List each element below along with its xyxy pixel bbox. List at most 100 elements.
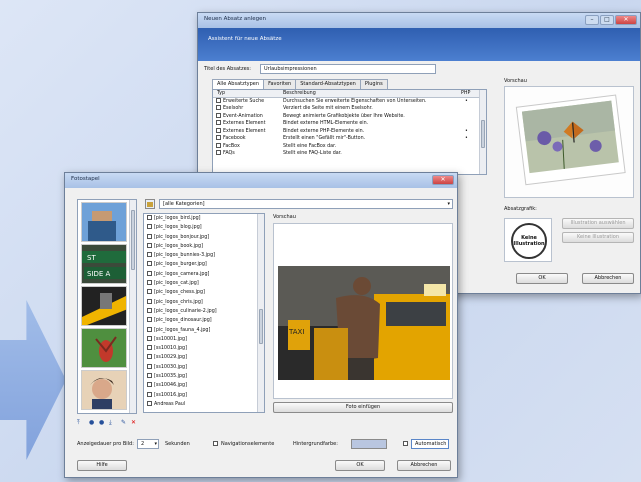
file-list[interactable]: [pic_logos_bird.jpg] [pic_logos_blog.jpg]… bbox=[143, 213, 265, 413]
scroll-thumb[interactable] bbox=[131, 210, 135, 270]
table-row[interactable]: Facebook Erstellt einen "Gefällt mir"-But… bbox=[213, 135, 486, 143]
row-checkbox[interactable] bbox=[216, 135, 221, 140]
thumbnail-strip[interactable]: ST SIDE A bbox=[77, 199, 137, 414]
bg-color-picker[interactable] bbox=[351, 439, 387, 449]
file-checkbox[interactable] bbox=[147, 382, 152, 388]
auto-checkbox[interactable] bbox=[403, 441, 408, 446]
maximize-icon[interactable]: □ bbox=[600, 15, 614, 25]
table-row[interactable]: Eselsohr Verziert die Seite mit einem Ese… bbox=[213, 105, 486, 113]
file-checkbox[interactable] bbox=[147, 345, 152, 351]
table-row[interactable]: Event-Animation Bewegt animierte Grafikob… bbox=[213, 112, 486, 121]
table-row[interactable]: Erweiterte Suche Durchsuchen Sie erweiter… bbox=[213, 97, 486, 106]
list-item[interactable]: [pic_logos_bunnies-3.jpg] bbox=[144, 251, 264, 260]
row-checkbox[interactable] bbox=[216, 105, 221, 110]
nav-elements-checkbox[interactable] bbox=[213, 441, 218, 446]
row-checkbox[interactable] bbox=[216, 150, 221, 155]
move-top-icon[interactable]: ⤒ bbox=[77, 419, 80, 427]
list-item[interactable]: [pic_logos_burger.jpg] bbox=[144, 260, 264, 269]
file-checkbox[interactable] bbox=[147, 335, 152, 341]
list-item[interactable]: [pic_logos_chess.jpg] bbox=[144, 288, 264, 297]
paragraph-type-list[interactable]: Typ Beschreibung PHP Erweiterte Suche Dur… bbox=[212, 89, 487, 175]
file-checkbox[interactable] bbox=[147, 215, 152, 220]
list-item[interactable]: [ss10001.jpg] bbox=[144, 335, 264, 344]
list-item[interactable]: [pic_logos_bird.jpg] bbox=[144, 214, 264, 223]
file-checkbox[interactable] bbox=[147, 298, 152, 304]
file-checkbox[interactable] bbox=[147, 354, 152, 360]
file-checkbox[interactable] bbox=[147, 224, 152, 230]
no-illustration-button[interactable]: Keine Illustration bbox=[562, 232, 634, 243]
file-checkbox[interactable] bbox=[147, 363, 152, 369]
file-checkbox[interactable] bbox=[147, 326, 152, 332]
row-checkbox[interactable] bbox=[216, 142, 221, 148]
help-button[interactable]: Hilfe bbox=[77, 460, 127, 471]
list-item[interactable]: [pic_logos_blog.jpg] bbox=[144, 223, 264, 232]
column-type[interactable]: Typ bbox=[217, 90, 225, 98]
row-checkbox[interactable] bbox=[216, 112, 221, 118]
list-item[interactable]: [pic_logos_camera.jpg] bbox=[144, 270, 264, 279]
list-item[interactable]: [pic_logos_culinarie-2.jpg] bbox=[144, 307, 264, 316]
tab-all-types[interactable]: Alle Absatztypen bbox=[212, 79, 265, 89]
thumbnail-image[interactable] bbox=[81, 286, 127, 326]
thumbnail-image[interactable] bbox=[81, 370, 127, 410]
list-item[interactable]: [pic_logos_dinosaur.jpg] bbox=[144, 316, 264, 325]
list-item[interactable]: [ss10046.jpg] bbox=[144, 381, 264, 390]
list-item[interactable]: [pic_logos_chris.jpg] bbox=[144, 298, 264, 307]
tab-standard-types[interactable]: Standard-Absatztypen bbox=[295, 79, 361, 89]
category-select[interactable]: [alle Kategorien] ▾ bbox=[159, 199, 453, 209]
list-item[interactable]: [ss10030.jpg] bbox=[144, 363, 264, 372]
file-checkbox[interactable] bbox=[147, 289, 152, 295]
cancel-button[interactable]: Abbrechen bbox=[582, 273, 634, 284]
file-checkbox[interactable] bbox=[147, 400, 152, 406]
table-row[interactable]: Externes Element Bindet externe PHP-Eleme… bbox=[213, 127, 486, 136]
chevron-down-icon[interactable]: ▾ bbox=[154, 440, 157, 448]
file-list-scrollbar[interactable] bbox=[257, 214, 264, 412]
file-checkbox[interactable] bbox=[147, 270, 152, 276]
list-item[interactable]: Andreas Paul bbox=[144, 400, 264, 409]
file-checkbox[interactable] bbox=[147, 280, 152, 286]
list-scrollbar[interactable] bbox=[479, 90, 486, 174]
scroll-thumb[interactable] bbox=[259, 309, 263, 344]
list-item[interactable]: [ss10016.jpg] bbox=[144, 391, 264, 400]
move-up-icon[interactable]: ● bbox=[89, 419, 94, 426]
file-checkbox[interactable] bbox=[147, 261, 152, 267]
duration-select[interactable]: 2 ▾ bbox=[137, 439, 159, 449]
row-checkbox[interactable] bbox=[216, 127, 221, 133]
tab-favorites[interactable]: Favoriten bbox=[263, 79, 297, 89]
ok-button[interactable]: OK bbox=[516, 273, 568, 284]
close-icon[interactable]: ✕ bbox=[615, 15, 637, 25]
delete-icon[interactable]: ✕ bbox=[131, 419, 136, 426]
title-input[interactable]: Urlaubsimpressionen bbox=[260, 64, 436, 74]
column-php[interactable]: PHP bbox=[461, 90, 470, 98]
scroll-thumb[interactable] bbox=[481, 120, 485, 148]
tab-plugins[interactable]: Plugins bbox=[359, 79, 388, 89]
minimize-icon[interactable]: – bbox=[585, 15, 599, 25]
cancel-button[interactable]: Abbrechen bbox=[397, 460, 451, 471]
choose-illustration-button[interactable]: Illustration auswählen bbox=[562, 218, 634, 229]
thumbnail-image[interactable]: ST SIDE A bbox=[81, 244, 127, 284]
folder-icon[interactable] bbox=[145, 199, 155, 209]
list-item[interactable]: [ss10010.jpg] bbox=[144, 344, 264, 353]
close-icon[interactable]: ✕ bbox=[432, 175, 454, 185]
list-item[interactable]: [ss10035.jpg] bbox=[144, 372, 264, 381]
file-checkbox[interactable] bbox=[147, 233, 152, 239]
file-checkbox[interactable] bbox=[147, 391, 152, 397]
file-checkbox[interactable] bbox=[147, 317, 152, 323]
row-checkbox[interactable] bbox=[216, 97, 221, 103]
thumbnail-scrollbar[interactable] bbox=[129, 200, 136, 413]
insert-photo-button[interactable]: Foto einfügen bbox=[273, 402, 453, 413]
file-checkbox[interactable] bbox=[147, 373, 152, 379]
table-row[interactable]: FacBox Stellt eine FacBox dar. bbox=[213, 142, 486, 151]
ok-button[interactable]: OK bbox=[335, 460, 385, 471]
file-checkbox[interactable] bbox=[147, 252, 152, 258]
move-bottom-icon[interactable]: ⤓ bbox=[109, 419, 112, 427]
table-row[interactable]: Externes Element Bindet externe HTML-Elem… bbox=[213, 120, 486, 128]
chevron-down-icon[interactable]: ▾ bbox=[447, 200, 450, 208]
list-item[interactable]: [pic_logos_fauna_4.jpg] bbox=[144, 326, 264, 335]
list-item[interactable]: [pic_logos_book.jpg] bbox=[144, 242, 264, 251]
thumbnail-image[interactable] bbox=[81, 202, 127, 242]
file-checkbox[interactable] bbox=[147, 242, 152, 248]
list-item[interactable]: [ss10029.jpg] bbox=[144, 353, 264, 362]
column-description[interactable]: Beschreibung bbox=[283, 90, 316, 98]
thumbnail-image[interactable] bbox=[81, 328, 127, 368]
list-item[interactable]: [pic_logos_cat.jpg] bbox=[144, 279, 264, 288]
